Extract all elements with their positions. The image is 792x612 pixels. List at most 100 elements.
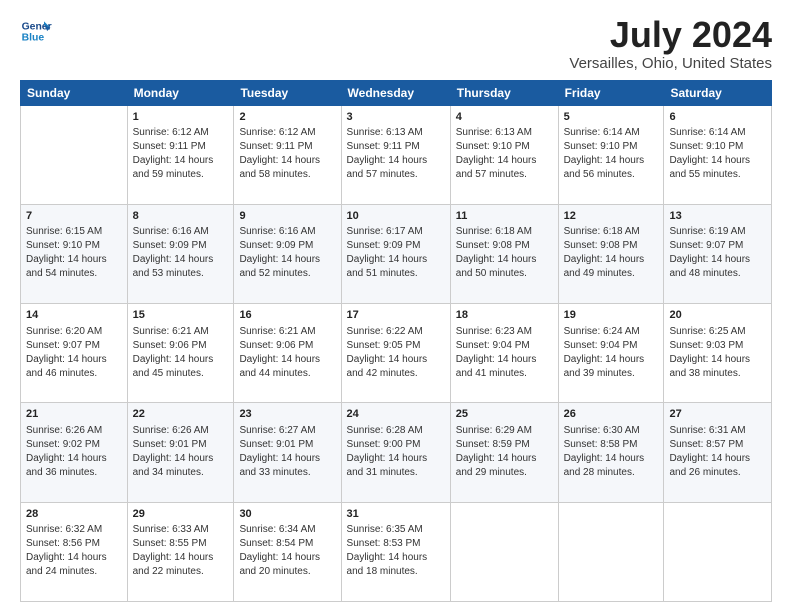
calendar-cell (21, 105, 128, 204)
calendar-cell: 28Sunrise: 6:32 AMSunset: 8:56 PMDayligh… (21, 502, 128, 601)
header: General Blue July 2024 Versailles, Ohio,… (20, 15, 772, 72)
day-info: Sunrise: 6:29 AMSunset: 8:59 PMDaylight:… (456, 424, 553, 480)
calendar-cell: 24Sunrise: 6:28 AMSunset: 9:00 PMDayligh… (341, 403, 450, 502)
day-number: 21 (26, 407, 122, 422)
day-number: 16 (239, 308, 335, 323)
subtitle: Versailles, Ohio, United States (569, 55, 772, 72)
day-number: 11 (456, 209, 553, 224)
day-info: Sunrise: 6:21 AMSunset: 9:06 PMDaylight:… (239, 325, 335, 381)
day-number: 10 (347, 209, 445, 224)
header-sunday: Sunday (21, 80, 128, 105)
calendar-cell: 9Sunrise: 6:16 AMSunset: 9:09 PMDaylight… (234, 204, 341, 303)
day-number: 25 (456, 407, 553, 422)
day-number: 19 (564, 308, 659, 323)
page: General Blue July 2024 Versailles, Ohio,… (0, 0, 792, 612)
calendar-cell: 29Sunrise: 6:33 AMSunset: 8:55 PMDayligh… (127, 502, 234, 601)
calendar-week-3: 14 Sunrise: 6:20 AMSunset: 9:07 PMDayligh… (21, 304, 772, 403)
day-number: 29 (133, 507, 229, 522)
title-block: July 2024 Versailles, Ohio, United State… (569, 15, 772, 72)
header-saturday: Saturday (664, 80, 772, 105)
calendar-cell: 2Sunrise: 6:12 AMSunset: 9:11 PMDaylight… (234, 105, 341, 204)
calendar-cell: 6Sunrise: 6:14 AMSunset: 9:10 PMDaylight… (664, 105, 772, 204)
calendar-cell: 15 Sunrise: 6:21 AMSunset: 9:06 PMDayligh… (127, 304, 234, 403)
day-number: 28 (26, 507, 122, 522)
header-monday: Monday (127, 80, 234, 105)
calendar-cell (664, 502, 772, 601)
day-number: 13 (669, 209, 766, 224)
logo-icon: General Blue (20, 15, 52, 47)
calendar-cell (450, 502, 558, 601)
day-number: 30 (239, 507, 335, 522)
day-number: 20 (669, 308, 766, 323)
day-number: 14 (26, 308, 122, 323)
day-number: 15 (133, 308, 229, 323)
day-info: Sunrise: 6:30 AMSunset: 8:58 PMDaylight:… (564, 424, 659, 480)
day-number: 31 (347, 507, 445, 522)
day-info: Sunrise: 6:14 AMSunset: 9:10 PMDaylight:… (669, 126, 766, 182)
calendar-week-1: 1Sunrise: 6:12 AMSunset: 9:11 PMDaylight… (21, 105, 772, 204)
header-thursday: Thursday (450, 80, 558, 105)
day-info: Sunrise: 6:19 AMSunset: 9:07 PMDaylight:… (669, 225, 766, 281)
calendar-cell: 25 Sunrise: 6:29 AMSunset: 8:59 PMDayligh… (450, 403, 558, 502)
day-info: Sunrise: 6:21 AMSunset: 9:06 PMDaylight:… (133, 325, 229, 381)
day-number: 23 (239, 407, 335, 422)
day-info: Sunrise: 6:25 AMSunset: 9:03 PMDaylight:… (669, 325, 766, 381)
day-info: Sunrise: 6:24 AMSunset: 9:04 PMDaylight:… (564, 325, 659, 381)
day-info: Sunrise: 6:27 AMSunset: 9:01 PMDaylight:… (239, 424, 335, 480)
day-number: 22 (133, 407, 229, 422)
calendar-cell: 17 Sunrise: 6:22 AMSunset: 9:05 PMDayligh… (341, 304, 450, 403)
day-info: Sunrise: 6:22 AMSunset: 9:05 PMDaylight:… (347, 325, 445, 381)
calendar-cell: 27 Sunrise: 6:31 AMSunset: 8:57 PMDayligh… (664, 403, 772, 502)
day-number: 9 (239, 209, 335, 224)
calendar-cell: 26 Sunrise: 6:30 AMSunset: 8:58 PMDayligh… (558, 403, 664, 502)
day-number: 26 (564, 407, 659, 422)
day-number: 3 (347, 110, 445, 125)
calendar-week-4: 21 Sunrise: 6:26 AMSunset: 9:02 PMDayligh… (21, 403, 772, 502)
day-number: 18 (456, 308, 553, 323)
day-number: 17 (347, 308, 445, 323)
day-number: 24 (347, 407, 445, 422)
header-friday: Friday (558, 80, 664, 105)
header-tuesday: Tuesday (234, 80, 341, 105)
day-number: 4 (456, 110, 553, 125)
calendar-header-row: SundayMondayTuesdayWednesdayThursdayFrid… (21, 80, 772, 105)
day-info: Sunrise: 6:12 AMSunset: 9:11 PMDaylight:… (133, 126, 229, 182)
calendar-cell: 10Sunrise: 6:17 AMSunset: 9:09 PMDayligh… (341, 204, 450, 303)
calendar-cell: 21 Sunrise: 6:26 AMSunset: 9:02 PMDayligh… (21, 403, 128, 502)
logo: General Blue (20, 15, 52, 47)
header-wednesday: Wednesday (341, 80, 450, 105)
day-number: 5 (564, 110, 659, 125)
day-info: Sunrise: 6:26 AMSunset: 9:01 PMDaylight:… (133, 424, 229, 480)
calendar-cell: 19 Sunrise: 6:24 AMSunset: 9:04 PMDayligh… (558, 304, 664, 403)
day-info: Sunrise: 6:34 AMSunset: 8:54 PMDaylight:… (239, 523, 335, 579)
calendar-cell: 3Sunrise: 6:13 AMSunset: 9:11 PMDaylight… (341, 105, 450, 204)
calendar-cell: 22 Sunrise: 6:26 AMSunset: 9:01 PMDayligh… (127, 403, 234, 502)
calendar-cell (558, 502, 664, 601)
calendar-cell: 31Sunrise: 6:35 AMSunset: 8:53 PMDayligh… (341, 502, 450, 601)
day-info: Sunrise: 6:31 AMSunset: 8:57 PMDaylight:… (669, 424, 766, 480)
calendar-cell: 4Sunrise: 6:13 AMSunset: 9:10 PMDaylight… (450, 105, 558, 204)
day-info: Sunrise: 6:33 AMSunset: 8:55 PMDaylight:… (133, 523, 229, 579)
calendar-week-2: 7Sunrise: 6:15 AMSunset: 9:10 PMDaylight… (21, 204, 772, 303)
day-info: Sunrise: 6:13 AMSunset: 9:10 PMDaylight:… (456, 126, 553, 182)
calendar-cell: 7Sunrise: 6:15 AMSunset: 9:10 PMDaylight… (21, 204, 128, 303)
day-number: 27 (669, 407, 766, 422)
calendar-cell: 30Sunrise: 6:34 AMSunset: 8:54 PMDayligh… (234, 502, 341, 601)
day-number: 6 (669, 110, 766, 125)
day-info: Sunrise: 6:14 AMSunset: 9:10 PMDaylight:… (564, 126, 659, 182)
day-info: Sunrise: 6:20 AMSunset: 9:07 PMDaylight:… (26, 325, 122, 381)
calendar-table: SundayMondayTuesdayWednesdayThursdayFrid… (20, 80, 772, 602)
day-info: Sunrise: 6:16 AMSunset: 9:09 PMDaylight:… (239, 225, 335, 281)
day-info: Sunrise: 6:32 AMSunset: 8:56 PMDaylight:… (26, 523, 122, 579)
calendar-week-5: 28Sunrise: 6:32 AMSunset: 8:56 PMDayligh… (21, 502, 772, 601)
day-info: Sunrise: 6:13 AMSunset: 9:11 PMDaylight:… (347, 126, 445, 182)
calendar-cell: 16 Sunrise: 6:21 AMSunset: 9:06 PMDayligh… (234, 304, 341, 403)
day-info: Sunrise: 6:18 AMSunset: 9:08 PMDaylight:… (456, 225, 553, 281)
calendar-cell: 1Sunrise: 6:12 AMSunset: 9:11 PMDaylight… (127, 105, 234, 204)
calendar-cell: 13Sunrise: 6:19 AMSunset: 9:07 PMDayligh… (664, 204, 772, 303)
day-info: Sunrise: 6:26 AMSunset: 9:02 PMDaylight:… (26, 424, 122, 480)
day-info: Sunrise: 6:15 AMSunset: 9:10 PMDaylight:… (26, 225, 122, 281)
day-number: 12 (564, 209, 659, 224)
day-info: Sunrise: 6:16 AMSunset: 9:09 PMDaylight:… (133, 225, 229, 281)
day-info: Sunrise: 6:18 AMSunset: 9:08 PMDaylight:… (564, 225, 659, 281)
